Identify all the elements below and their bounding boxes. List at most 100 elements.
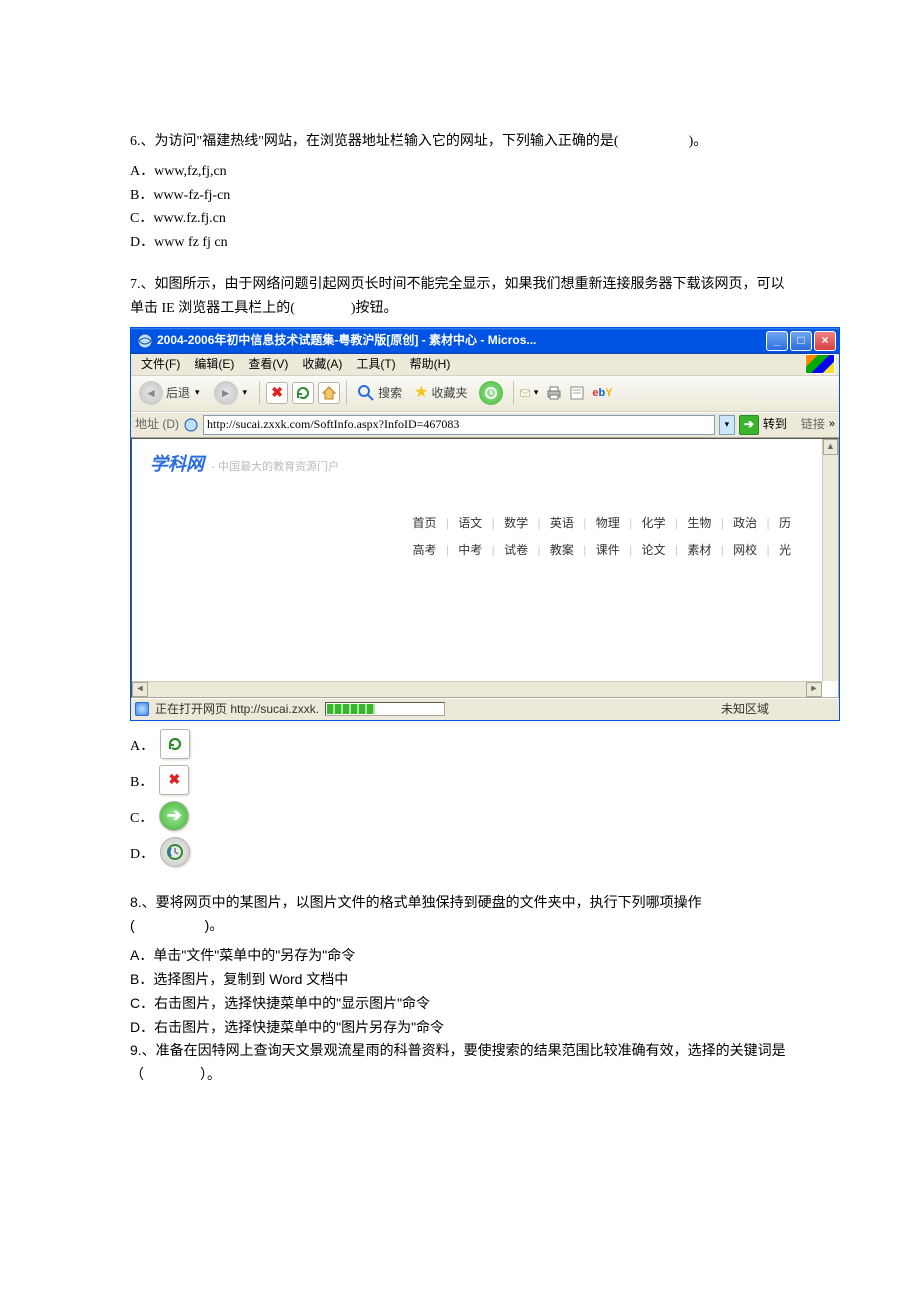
ie-menubar: 文件(F) 编辑(E) 查看(V) 收藏(A) 工具(T) 帮助(H) <box>131 354 839 376</box>
progress-bar <box>325 702 445 716</box>
site-nav-link[interactable]: 首页 <box>409 516 439 530</box>
go-button[interactable]: ➔ <box>739 415 759 435</box>
stop-icon: ✖ <box>159 765 189 795</box>
q7-stem: 7.、如图所示，由于网络问题引起网页长时间不能完全显示，如果我们想重新连接服务器… <box>130 273 790 321</box>
q7-opt-b-label: B． <box>130 771 153 795</box>
ie-titlebar[interactable]: 2004-2006年初中信息技术试题集-粤教沪版[原创] - 素材中心 - Mi… <box>131 328 839 354</box>
print-button[interactable] <box>544 383 564 403</box>
horizontal-scrollbar[interactable]: ◄ ► <box>132 681 822 697</box>
menu-view[interactable]: 查看(V) <box>242 352 294 376</box>
q7-opt-d-label: D． <box>130 843 154 867</box>
toolbar-separator <box>259 381 260 405</box>
site-nav-link[interactable]: 化学 <box>639 516 669 530</box>
q6-opt-a: A．www,fz,fj,cn <box>130 160 790 184</box>
site-nav-link[interactable]: 英语 <box>547 516 577 530</box>
q8-stem: 8.、要将网页中的某图片，以图片文件的格式单独保持到硬盘的文件夹中，执行下列哪项… <box>130 891 790 939</box>
mail-button[interactable]: ▾ <box>520 383 540 403</box>
q6-opt-c: C．www.fz.fj.cn <box>130 207 790 231</box>
zone-text: 未知区域 <box>721 699 769 719</box>
scroll-up-icon[interactable]: ▲ <box>823 439 838 455</box>
window-title: 2004-2006年初中信息技术试题集-粤教沪版[原创] - 素材中心 - Mi… <box>157 330 766 350</box>
site-nav-link[interactable]: 试卷 <box>501 543 531 557</box>
site-nav-row-2: 高考 | 中考 | 试卷 | 教案 | 课件 | 论文 | 素材 | 网校 | … <box>150 534 828 560</box>
site-nav-link[interactable]: 生物 <box>684 516 714 530</box>
site-nav-link[interactable]: 网校 <box>730 543 760 557</box>
maximize-button[interactable]: □ <box>790 331 812 351</box>
status-text: 正在打开网页 http://sucai.zxxk. <box>155 699 319 719</box>
site-nav-link[interactable]: 素材 <box>684 543 714 557</box>
refresh-button[interactable] <box>292 382 314 404</box>
address-input[interactable] <box>203 415 715 435</box>
site-nav-link[interactable]: 高考 <box>409 543 439 557</box>
history-icon <box>160 837 190 867</box>
menu-tools[interactable]: 工具(T) <box>350 352 401 376</box>
stop-button[interactable]: ✖ <box>266 382 288 404</box>
ie-statusbar: 正在打开网页 http://sucai.zxxk. 未知区域 <box>131 698 839 720</box>
forward-dropdown-icon[interactable]: ▾ <box>241 385 250 400</box>
back-dropdown-icon[interactable]: ▾ <box>193 385 202 400</box>
forward-icon: ► <box>214 381 238 405</box>
stop-icon: ✖ <box>271 381 283 405</box>
q8-opt-a: A．单击"文件"菜单中的"另存为"命令 <box>130 944 790 968</box>
ebay-button[interactable]: ebY <box>592 383 612 403</box>
search-button[interactable]: 搜索 <box>353 379 406 407</box>
q7-opt-a-label: A． <box>130 735 154 759</box>
minimize-button[interactable]: _ <box>766 331 788 351</box>
menu-file[interactable]: 文件(F) <box>135 352 186 376</box>
refresh-icon <box>160 729 190 759</box>
site-nav-link[interactable]: 光 <box>776 543 794 557</box>
forward-button[interactable]: ► ▾ <box>210 379 254 407</box>
toolbar-separator <box>346 381 347 405</box>
site-nav-link[interactable]: 历 <box>776 516 794 530</box>
edit-button[interactable] <box>568 383 588 403</box>
home-icon <box>321 385 337 401</box>
site-nav-link[interactable]: 论文 <box>639 543 669 557</box>
address-bar: 地址 (D) ▾ ➔ 转到 链接 » <box>131 412 839 438</box>
site-nav-link[interactable]: 物理 <box>593 516 623 530</box>
site-nav-link[interactable]: 课件 <box>593 543 623 557</box>
site-nav-link[interactable]: 教案 <box>547 543 577 557</box>
site-nav-link[interactable]: 数学 <box>501 516 531 530</box>
scroll-left-icon[interactable]: ◄ <box>132 682 148 697</box>
links-chevron-icon[interactable]: » <box>829 415 835 434</box>
back-icon: ◄ <box>139 381 163 405</box>
refresh-icon <box>295 385 311 401</box>
history-button[interactable] <box>475 379 507 407</box>
q8-opt-c: C．右击图片，选择快捷菜单中的"显示图片"命令 <box>130 992 790 1016</box>
ie-content: 学科网 - 中国最大的教育资源门户 首页 | 语文 | 数学 | 英语 | 物理… <box>131 438 839 698</box>
scroll-right-icon[interactable]: ► <box>806 682 822 697</box>
menu-help[interactable]: 帮助(H) <box>404 352 457 376</box>
search-label: 搜索 <box>378 383 402 403</box>
back-button[interactable]: ◄ 后退 ▾ <box>135 379 206 407</box>
q9-stem: 9.、准备在因特网上查询天文景观流星雨的科普资料，要使搜索的结果范围比较准确有效… <box>130 1039 790 1087</box>
favorites-button[interactable]: ★ 收藏夹 <box>410 379 471 407</box>
site-logo[interactable]: 学科网 <box>150 454 204 474</box>
forward-icon: ➔ <box>159 801 189 831</box>
ie-toolbar: ◄ 后退 ▾ ► ▾ ✖ 搜索 ★ 收藏夹 <box>131 376 839 412</box>
close-button[interactable]: × <box>814 331 836 351</box>
home-button[interactable] <box>318 382 340 404</box>
q6-opt-b: B．www-fz-fj-cn <box>130 184 790 208</box>
q6-opt-d: D．www fz fj cn <box>130 231 790 255</box>
menu-edit[interactable]: 编辑(E) <box>188 352 240 376</box>
address-label: 地址 (D) <box>135 414 179 434</box>
toolbar-separator <box>513 381 514 405</box>
mail-dropdown-icon[interactable]: ▾ <box>532 385 541 400</box>
ie-window: 2004-2006年初中信息技术试题集-粤教沪版[原创] - 素材中心 - Mi… <box>130 327 840 721</box>
q8-opt-b: B．选择图片，复制到 Word 文档中 <box>130 968 790 992</box>
site-nav-row-1: 首页 | 语文 | 数学 | 英语 | 物理 | 化学 | 生物 | 政治 | … <box>150 507 828 533</box>
star-icon: ★ <box>414 379 428 406</box>
q7-opt-c-label: C． <box>130 807 153 831</box>
favorites-label: 收藏夹 <box>431 383 467 403</box>
links-label[interactable]: 链接 <box>801 414 825 434</box>
search-icon <box>357 384 375 402</box>
site-nav-link[interactable]: 政治 <box>730 516 760 530</box>
site-nav-link[interactable]: 中考 <box>455 543 485 557</box>
page-icon <box>183 417 199 433</box>
menu-favorites[interactable]: 收藏(A) <box>296 352 348 376</box>
vertical-scrollbar[interactable]: ▲ <box>822 439 838 681</box>
go-label: 转到 <box>763 414 787 434</box>
address-dropdown-icon[interactable]: ▾ <box>719 415 735 435</box>
back-label: 后退 <box>166 383 190 403</box>
site-nav-link[interactable]: 语文 <box>455 516 485 530</box>
